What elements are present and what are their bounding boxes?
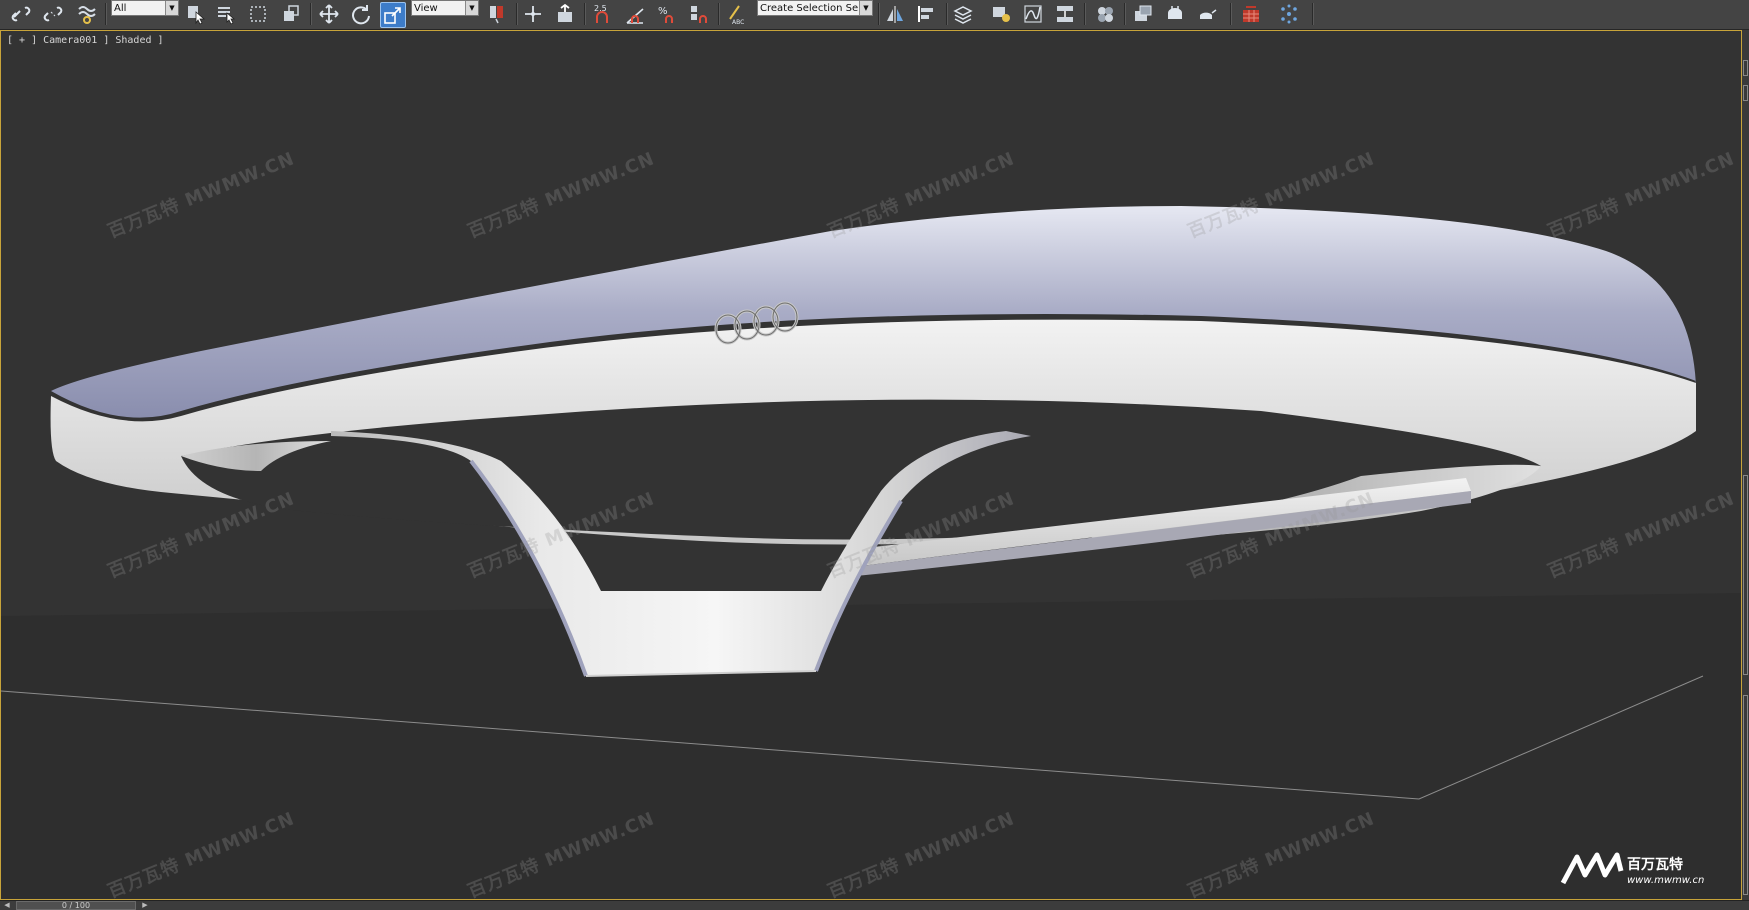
render-setup-icon[interactable] [1130,2,1156,26]
material-editor-icon[interactable] [1092,2,1118,26]
scale-icon[interactable] [380,2,406,28]
rotate-icon[interactable] [348,2,374,26]
percent-snap-icon[interactable]: % [654,2,680,26]
bind-spacewarp-icon[interactable] [74,2,100,26]
camera-viewport[interactable]: [ + ] Camera001 ] Shaded ] 百万瓦特 MWMW.CN … [0,30,1742,900]
main-toolbar: All ▼ View ▼ 2.5 % ABC Create Selection … [0,0,1749,30]
named-selection-dropdown[interactable]: Create Selection Se ▼ [757,0,873,16]
svg-text:ABC: ABC [732,19,744,25]
brand-cn-text: 百万瓦特 [1627,856,1683,873]
brand-url-text: www.mwmw.cn [1627,875,1704,886]
keyboard-shortcut-icon[interactable] [552,2,578,26]
brand-logo: 百万瓦特 www.mwmw.cn [1559,849,1729,893]
rendered-frame-icon[interactable] [1162,2,1188,26]
select-by-name-icon[interactable] [213,2,239,26]
layer-explorer-icon[interactable] [950,2,976,26]
viewport-label[interactable]: [ + ] Camera001 ] Shaded ] [7,35,164,46]
snaps-toggle-icon[interactable]: 2.5 [590,2,616,26]
spinner-snap-icon[interactable] [686,2,712,26]
selection-filter-dropdown[interactable]: All ▼ [111,0,179,16]
command-panel-edge [1742,30,1749,900]
move-icon[interactable] [316,2,342,26]
mirror-icon[interactable] [882,2,908,26]
edit-named-selection-icon[interactable]: ABC [722,2,748,26]
svg-text:%: % [658,6,668,17]
chevron-down-icon: ▼ [859,1,872,15]
pivot-icon[interactable] [484,2,510,26]
select-manipulate-icon[interactable] [520,2,546,26]
schematic-view-icon[interactable] [1052,2,1078,26]
angle-snap-icon[interactable] [622,2,648,26]
toggle-ribbon-icon[interactable] [988,2,1014,26]
window-crossing-icon[interactable] [278,2,304,26]
unlink-icon[interactable] [40,2,66,26]
curve-editor-icon[interactable] [1020,2,1046,26]
chevron-down-icon: ▼ [165,1,178,15]
ground-plane [1,593,1741,899]
reference-coord-dropdown[interactable]: View ▼ [411,0,479,16]
chevron-down-icon: ▼ [465,1,478,15]
select-object-icon[interactable] [183,2,209,26]
reference-coord-value: View [414,2,438,14]
rect-region-icon[interactable] [245,2,271,26]
align-icon[interactable] [914,2,940,26]
render-icon[interactable] [1194,2,1220,26]
selection-filter-value: All [114,2,127,14]
link-icon[interactable] [8,2,34,26]
render-online-icon[interactable] [1238,2,1264,26]
named-selection-value: Create Selection Se [760,2,859,14]
particle-icon[interactable] [1276,2,1302,26]
